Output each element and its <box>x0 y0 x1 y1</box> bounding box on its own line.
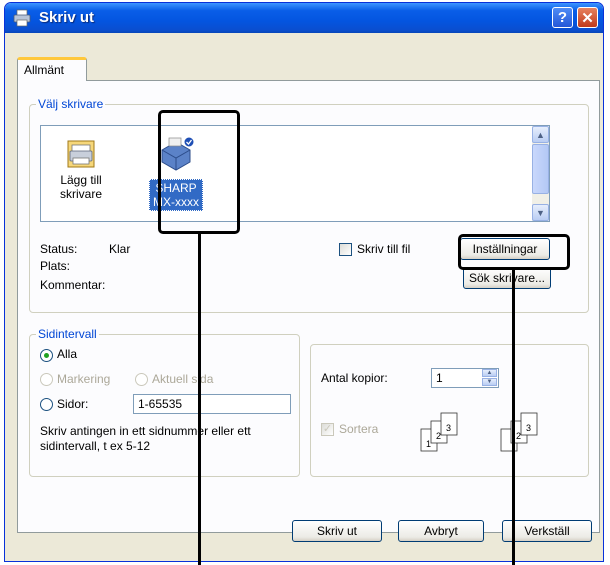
collate-page-3b: 3 <box>526 423 531 433</box>
location-label: Plats: <box>40 259 71 273</box>
collate-page-1: 1 <box>426 439 431 449</box>
find-printer-button[interactable]: Sök skrivare... <box>463 267 551 289</box>
apply-button[interactable]: Verkställ <box>502 520 592 542</box>
scroll-thumb[interactable] <box>532 144 549 194</box>
page-range-group: Sidintervall Alla Markering Aktuell sida… <box>29 327 300 477</box>
cancel-button[interactable]: Avbryt <box>398 520 484 542</box>
scroll-down-icon[interactable]: ▼ <box>532 204 549 221</box>
printer-app-icon <box>13 9 31 27</box>
collate-page-3: 3 <box>446 423 451 433</box>
add-printer-label-2: skrivare <box>59 187 102 201</box>
current-page-label[interactable]: Aktuell sida <box>152 372 213 386</box>
select-printer-legend: Välj skrivare <box>38 97 104 111</box>
current-page-radio[interactable] <box>135 373 148 386</box>
page-range-hint-2: sidintervall, t ex 5-12 <box>40 439 151 453</box>
help-button[interactable]: ? <box>552 7 573 28</box>
print-to-file-label[interactable]: Skriv till fil <box>357 242 410 256</box>
add-printer-item[interactable]: Lägg till skrivare <box>51 138 111 201</box>
preferences-pointer-line <box>512 270 515 565</box>
collate-page-2: 2 <box>436 431 441 441</box>
scroll-up-icon[interactable]: ▲ <box>532 126 549 143</box>
all-radio[interactable] <box>40 349 53 362</box>
collate-page-2b: 2 <box>516 431 521 441</box>
pages-radio[interactable] <box>40 398 53 411</box>
printer-list-scrollbar[interactable]: ▲ ▼ <box>532 126 549 221</box>
close-button[interactable]: ✕ <box>577 7 598 28</box>
page-range-hint-1: Skriv antingen in ett sidnummer eller et… <box>40 424 251 438</box>
all-label[interactable]: Alla <box>57 347 77 361</box>
close-icon: ✕ <box>581 9 594 27</box>
printer-pointer-line <box>198 234 201 565</box>
copies-label: Antal kopior: <box>321 371 388 385</box>
selection-radio[interactable] <box>40 373 53 386</box>
add-printer-label-1: Lägg till <box>60 173 102 187</box>
pages-label[interactable]: Sidor: <box>57 397 88 411</box>
select-printer-group: Välj skrivare Lägg till skrivare SHARP M… <box>29 97 589 313</box>
window-title: Skriv ut <box>39 9 95 26</box>
collate-preview-icon: 1 2 3 2 3 <box>420 412 538 452</box>
copies-group: Antal kopior: 1 ▲ ▼ ✓ Sortera 1 2 3 2 3 <box>310 344 589 477</box>
selection-label[interactable]: Markering <box>57 372 110 386</box>
comment-label: Kommentar: <box>40 278 106 292</box>
collate-checkbox[interactable]: ✓ <box>321 423 334 436</box>
status-label: Status: <box>40 242 78 256</box>
print-button[interactable]: Skriv ut <box>292 520 382 542</box>
spin-up-icon[interactable]: ▲ <box>482 369 497 377</box>
tab-general[interactable]: Allmänt <box>17 57 87 81</box>
help-icon: ? <box>557 9 568 26</box>
page-range-legend: Sidintervall <box>38 327 97 341</box>
pages-input[interactable]: 1-65535 <box>133 394 291 414</box>
preferences-highlight-box <box>458 234 570 270</box>
spin-down-icon[interactable]: ▼ <box>482 378 497 386</box>
title-bar[interactable]: Skriv ut ? ✕ <box>5 3 603 33</box>
status-value: Klar <box>109 242 131 256</box>
printer-highlight-box <box>158 110 240 234</box>
collate-label[interactable]: Sortera <box>339 422 378 436</box>
print-to-file-checkbox[interactable] <box>339 243 352 256</box>
printer-list[interactable]: Lägg till skrivare SHARP MX-xxxx ▲ ▼ <box>40 125 550 222</box>
add-printer-icon <box>67 140 95 168</box>
